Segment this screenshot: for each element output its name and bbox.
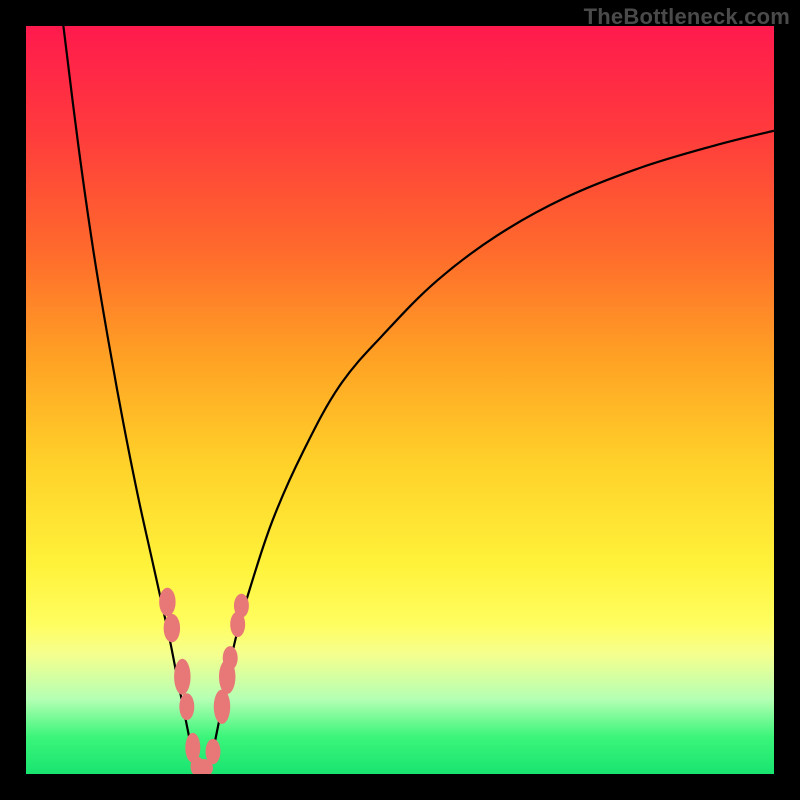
data-marker — [206, 739, 221, 764]
watermark-text: TheBottleneck.com — [584, 4, 790, 30]
data-marker — [234, 594, 249, 618]
data-marker — [159, 588, 175, 616]
data-marker — [214, 689, 230, 723]
curve-left — [63, 26, 196, 774]
curve-layer — [26, 26, 774, 774]
data-marker — [223, 646, 238, 670]
marker-layer — [159, 588, 249, 774]
data-marker — [174, 659, 190, 695]
curve-right — [209, 131, 774, 774]
chart-frame: TheBottleneck.com — [0, 0, 800, 800]
data-marker — [179, 693, 194, 720]
data-marker — [164, 614, 180, 642]
plot-area — [26, 26, 774, 774]
